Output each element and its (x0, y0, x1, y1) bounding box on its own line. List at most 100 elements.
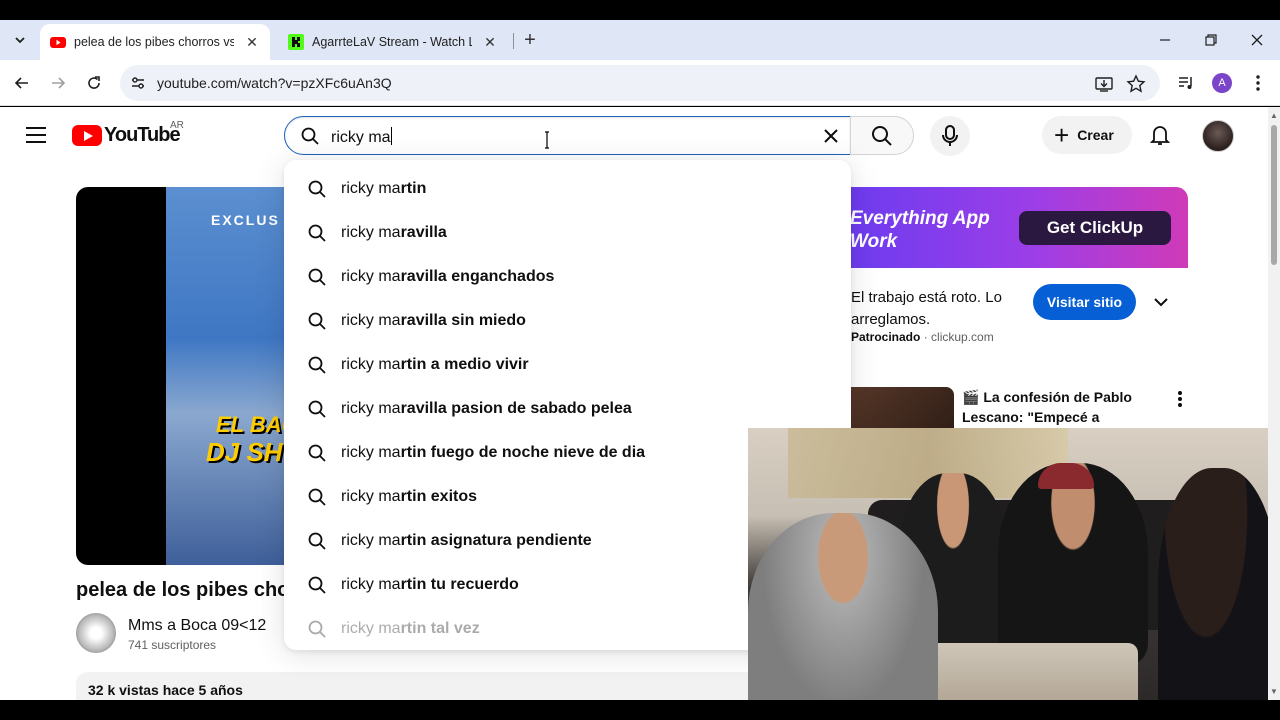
suggestion-text: ricky maravilla enganchados (341, 268, 555, 285)
search-icon (301, 127, 319, 145)
suggestion-item[interactable]: ricky maravilla enganchados (284, 255, 851, 299)
suggestion-item[interactable]: ricky maravilla (284, 211, 851, 255)
chevron-down-icon (15, 37, 25, 44)
ad-text: El trabajo está roto. Lo arreglamos. (851, 289, 1002, 328)
site-info-icon[interactable] (128, 73, 148, 93)
ad-sponsor-line: Patrocinado · clickup.com (851, 330, 994, 344)
ad-banner[interactable]: Everything App Work Get ClickUp (836, 187, 1188, 268)
suggestion-text: ricky martin asignatura pendiente (341, 532, 592, 549)
notifications-bell-icon[interactable] (1148, 123, 1172, 147)
screen-bottom-border (0, 700, 1280, 720)
video-overlay-text: EXCLUS (211, 212, 280, 228)
person (998, 463, 1148, 663)
restore-icon[interactable] (1200, 29, 1222, 51)
text-cursor-icon (545, 131, 549, 149)
suggestion-text: ricky maravilla sin miedo (341, 312, 526, 329)
ad-headline: Everything App Work (850, 208, 990, 252)
more-options-icon[interactable] (1170, 389, 1190, 409)
browser-profile-avatar[interactable]: A (1212, 73, 1232, 93)
window-close-icon[interactable] (1246, 29, 1268, 51)
search-icon (308, 356, 326, 374)
search-icon (872, 125, 892, 146)
clear-search-icon[interactable] (818, 123, 844, 149)
address-bar[interactable]: youtube.com/watch?v=pzXFc6uAn3Q (120, 65, 1160, 101)
channel-avatar[interactable] (76, 613, 116, 653)
youtube-icon (50, 37, 66, 48)
ad-banner-cta[interactable]: Get ClickUp (1019, 211, 1171, 245)
search-icon (308, 620, 326, 638)
create-button[interactable]: + Crear (1042, 116, 1132, 154)
video-title: pelea de los pibes chor (76, 579, 298, 601)
search-icon (308, 224, 326, 242)
suggestion-text: ricky martin tal vez (341, 620, 480, 637)
country-code: AR (170, 120, 184, 131)
close-tab-icon[interactable]: ✕ (480, 32, 500, 52)
youtube-logo[interactable]: YouTube (72, 124, 181, 146)
views-and-date: 32 k vistas hace 5 años (88, 682, 243, 698)
tab-search-button[interactable] (8, 28, 32, 52)
person (748, 513, 938, 720)
suggestion-item[interactable]: ricky martin (284, 167, 851, 211)
suggestion-item[interactable]: ricky martin a medio vivir (284, 343, 851, 387)
search-icon (308, 532, 326, 550)
suggestion-text: ricky martin tu recuerdo (341, 576, 519, 593)
suggestion-text: ricky martin fuego de noche nieve de dia (341, 444, 646, 461)
close-tab-icon[interactable]: ✕ (242, 32, 262, 52)
url-text[interactable]: youtube.com/watch?v=pzXFc6uAn3Q (157, 75, 392, 91)
suggestion-item[interactable]: ricky maravilla pasion de sabado pelea (284, 387, 851, 431)
menu-icon[interactable] (26, 127, 46, 143)
search-icon (308, 268, 326, 286)
new-tab-icon[interactable]: + (519, 29, 541, 51)
plus-icon: + (1054, 120, 1070, 150)
search-icon (308, 444, 326, 462)
scroll-down-icon[interactable]: ▼ (1270, 687, 1278, 696)
chevron-down-icon[interactable] (1151, 292, 1171, 312)
visit-site-button[interactable]: Visitar sitio (1033, 284, 1136, 320)
scrollbar-thumb[interactable] (1271, 125, 1277, 265)
screen-top-border (0, 0, 1280, 20)
search-icon (308, 576, 326, 594)
browser-toolbar: youtube.com/watch?v=pzXFc6uAn3Q (0, 60, 1280, 106)
suggestion-item[interactable]: ricky maravilla sin miedo (284, 299, 851, 343)
media-controls-icon[interactable] (1176, 73, 1196, 93)
create-label: Crear (1077, 127, 1114, 143)
facecam-overlay (748, 428, 1268, 720)
suggestion-text: ricky martin (341, 180, 427, 197)
minimize-icon[interactable] (1154, 29, 1176, 51)
tab-separator (513, 33, 514, 49)
suggestion-text: ricky maravilla (341, 224, 447, 241)
suggestion-text: ricky maravilla pasion de sabado pelea (341, 400, 632, 417)
voice-search-button[interactable] (930, 116, 970, 156)
page-scrollbar[interactable]: ▲ ▼ (1268, 107, 1280, 700)
forward-icon[interactable] (47, 72, 69, 94)
back-icon[interactable] (11, 72, 33, 94)
bookmark-star-icon[interactable] (1126, 74, 1146, 94)
search-icon (308, 180, 326, 198)
subscriber-count: 741 suscriptores (128, 638, 217, 652)
tab-title: pelea de los pibes chorros vs de (74, 35, 234, 49)
install-app-icon[interactable] (1094, 74, 1114, 94)
search-icon (308, 488, 326, 506)
channel-name[interactable]: Mms a Boca 09<12 (128, 617, 266, 635)
search-icon (308, 312, 326, 330)
search-input[interactable]: ricky ma (284, 116, 851, 155)
scroll-up-icon[interactable]: ▲ (1270, 111, 1278, 120)
youtube-play-icon (72, 124, 102, 146)
tab-kick-stream[interactable]: AgarrteLaV Stream - Watch Live ✕ (278, 24, 508, 60)
browser-tab-strip: pelea de los pibes chorros vs de ✕ Agarr… (0, 20, 1280, 60)
video-description-box[interactable]: 32 k vistas hace 5 años (76, 672, 756, 700)
suggestion-text: ricky martin a medio vivir (341, 356, 529, 373)
tab-youtube[interactable]: pelea de los pibes chorros vs de ✕ (40, 24, 270, 60)
person (1158, 468, 1268, 720)
microphone-icon (942, 125, 958, 146)
suggestion-text: ricky martin exitos (341, 488, 478, 505)
reload-icon[interactable] (83, 72, 105, 94)
search-query-text[interactable]: ricky ma (331, 127, 392, 147)
sponsored-ad[interactable]: Everything App Work Get ClickUp El traba… (836, 187, 1188, 362)
tab-title: AgarrteLaV Stream - Watch Live (312, 35, 472, 49)
search-button[interactable] (850, 116, 914, 155)
clapper-icon: 🎬 (962, 389, 980, 405)
browser-menu-icon[interactable] (1250, 73, 1266, 93)
search-icon (308, 400, 326, 418)
account-avatar[interactable] (1202, 120, 1234, 152)
